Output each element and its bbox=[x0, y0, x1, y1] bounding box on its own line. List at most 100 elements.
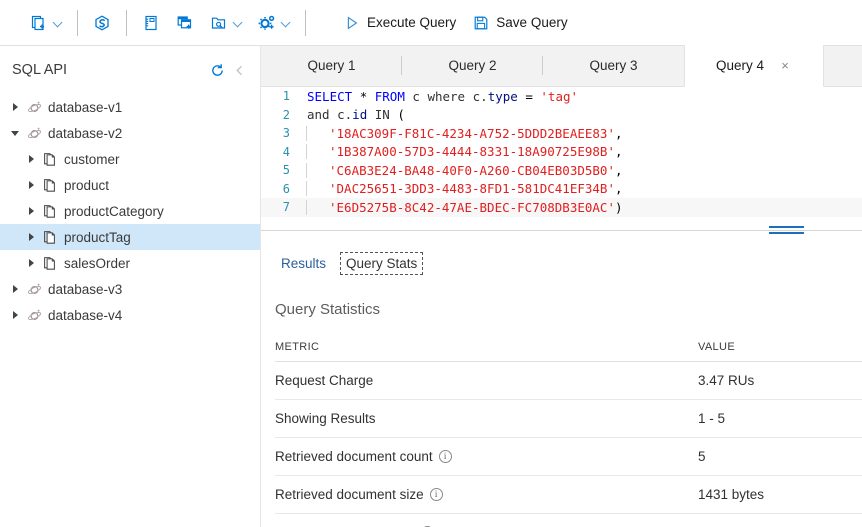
sql-comma: , bbox=[614, 125, 623, 141]
tab-query-3[interactable]: Query 3 bbox=[543, 45, 684, 86]
editor-line-active: 7 'E6D5275B-8C42-47AE-BDEC-FC708DB3E0AC'… bbox=[261, 198, 862, 217]
expand-arrow-icon[interactable] bbox=[22, 146, 40, 172]
sql-keyword: SELECT bbox=[307, 88, 353, 104]
tree-item-label: customer bbox=[64, 151, 120, 167]
collapse-arrow-icon[interactable] bbox=[6, 120, 24, 146]
expand-arrow-icon[interactable] bbox=[22, 198, 40, 224]
new-document-icon bbox=[29, 13, 49, 33]
query-statistics-heading: Query Statistics bbox=[275, 301, 381, 318]
sql-string: 'tag' bbox=[540, 88, 579, 104]
toolbar-group-cosmos bbox=[85, 0, 119, 45]
expand-arrow-icon[interactable] bbox=[6, 302, 24, 328]
tab-query-2[interactable]: Query 2 bbox=[402, 45, 543, 86]
sql-comma: , bbox=[614, 162, 623, 178]
tree-item-database-v2[interactable]: database-v2 bbox=[0, 120, 260, 146]
sql-string: 'C6AB3E24-BA48-40F0-A260-CB04EB03D5B0' bbox=[329, 162, 615, 178]
tree-item-salesOrder[interactable]: salesOrder bbox=[0, 250, 260, 276]
splitter-grip[interactable] bbox=[769, 226, 804, 237]
sql-query-editor[interactable]: 1 SELECT * FROM c where c.type = 'tag' 2… bbox=[261, 87, 862, 230]
tree-item-product[interactable]: product bbox=[0, 172, 260, 198]
tree-item-customer[interactable]: customer bbox=[0, 146, 260, 172]
chevron-left-icon[interactable] bbox=[228, 59, 250, 81]
settings-button[interactable] bbox=[250, 8, 298, 38]
sql-comma: , bbox=[614, 181, 623, 197]
open-file-button[interactable] bbox=[202, 8, 250, 38]
expand-arrow-icon[interactable] bbox=[22, 250, 40, 276]
line-number: 5 bbox=[282, 163, 290, 178]
pane-splitter[interactable] bbox=[261, 226, 862, 240]
sql-keyword: and bbox=[307, 107, 330, 123]
folder-search-icon bbox=[209, 13, 229, 33]
code-line: 'C6AB3E24-BA48-40F0-A260-CB04EB03D5B0', bbox=[306, 162, 623, 178]
notebook-icon bbox=[141, 13, 161, 33]
metric-value: 1 - 5 bbox=[698, 411, 726, 426]
code-line: SELECT * FROM c where c.type = 'tag' bbox=[301, 89, 578, 104]
container-icon bbox=[40, 201, 60, 221]
tree-item-label: productTag bbox=[64, 229, 131, 245]
metric-value: 5 bbox=[698, 449, 706, 464]
play-triangle-icon bbox=[343, 14, 361, 32]
tab-query-4[interactable]: Query 4 × bbox=[684, 45, 824, 87]
execute-query-button[interactable]: Execute Query bbox=[335, 8, 464, 38]
new-notebook-button[interactable] bbox=[134, 8, 168, 38]
sql-keyword: FROM bbox=[374, 88, 405, 104]
line-number: 2 bbox=[282, 107, 290, 122]
toolbar-group-new bbox=[22, 0, 70, 45]
refresh-icon[interactable] bbox=[206, 59, 228, 81]
expand-arrow-icon[interactable] bbox=[22, 224, 40, 250]
tree-item-label: salesOrder bbox=[64, 255, 131, 271]
new-item-button[interactable] bbox=[22, 8, 70, 38]
info-icon[interactable]: i bbox=[438, 450, 452, 463]
grip-bar bbox=[769, 232, 804, 234]
editor-line: 6 'DAC25651-3DD3-4483-8FD1-581DC41EF34B'… bbox=[261, 180, 862, 199]
tree-item-label: database-v3 bbox=[48, 281, 123, 297]
sql-property: id bbox=[352, 107, 368, 123]
results-tab-bar: Results Query Stats bbox=[261, 240, 862, 275]
database-tree: database-v1 database-v2 customer product… bbox=[0, 94, 260, 328]
query-statistics-table: METRIC VALUE Request Charge 3.47 RUs Sho… bbox=[261, 332, 862, 527]
tree-item-productTag[interactable]: productTag bbox=[0, 224, 260, 250]
close-icon[interactable]: × bbox=[778, 59, 792, 73]
save-query-label: Save Query bbox=[496, 15, 568, 30]
sql-keyword: where bbox=[427, 88, 466, 104]
tree-item-label: product bbox=[64, 177, 110, 193]
results-pane: Results Query Stats Query Statistics MET… bbox=[261, 240, 862, 527]
sql-keyword: IN bbox=[374, 107, 390, 123]
sidebar-title: SQL API bbox=[12, 62, 68, 78]
tab-label: Query 4 bbox=[715, 58, 765, 73]
chevron-down-icon bbox=[282, 18, 291, 27]
line-number: 6 bbox=[282, 181, 290, 196]
table-row: Retrieved document count i 5 bbox=[275, 438, 862, 476]
tree-item-database-v1[interactable]: database-v1 bbox=[0, 94, 260, 120]
sidebar-header: SQL API bbox=[0, 52, 260, 88]
cosmos-database-icon bbox=[24, 123, 44, 143]
toolbar-group-tools bbox=[134, 0, 298, 45]
line-number: 7 bbox=[282, 200, 290, 215]
expand-arrow-icon[interactable] bbox=[6, 276, 24, 302]
open-cosmos-button[interactable] bbox=[85, 8, 119, 38]
tree-item-productCategory[interactable]: productCategory bbox=[0, 198, 260, 224]
tab-results[interactable]: Results bbox=[275, 252, 332, 275]
sql-string: '18AC309F-F81C-4234-A752-5DDD2BEAEE83' bbox=[329, 125, 615, 141]
editor-line: 3 '18AC309F-F81C-4234-A752-5DDD2BEAEE83'… bbox=[261, 124, 862, 143]
column-header-metric: METRIC bbox=[275, 340, 320, 353]
line-number: 3 bbox=[282, 126, 290, 141]
tab-query-stats[interactable]: Query Stats bbox=[340, 252, 424, 275]
container-icon bbox=[40, 149, 60, 169]
expand-arrow-icon[interactable] bbox=[22, 172, 40, 198]
cosmos-hexagon-icon bbox=[92, 13, 112, 33]
save-query-button[interactable]: Save Query bbox=[464, 8, 575, 38]
table-row: Request Charge 3.47 RUs bbox=[275, 362, 862, 400]
info-icon[interactable]: i bbox=[429, 488, 443, 501]
tree-item-label: database-v2 bbox=[48, 125, 123, 141]
tab-query-1[interactable]: Query 1 bbox=[261, 45, 402, 86]
new-window-button[interactable] bbox=[168, 8, 202, 38]
metric-label: Retrieved document size bbox=[275, 487, 424, 502]
tree-item-database-v4[interactable]: database-v4 bbox=[0, 302, 260, 328]
editor-line: 4 '1B387A00-57D3-4444-8331-18A90725E98B'… bbox=[261, 143, 862, 162]
container-icon bbox=[40, 253, 60, 273]
tree-item-database-v3[interactable]: database-v3 bbox=[0, 276, 260, 302]
code-line: and c.id IN ( bbox=[301, 107, 405, 122]
sql-identifier: c bbox=[412, 88, 420, 104]
expand-arrow-icon[interactable] bbox=[6, 94, 24, 120]
